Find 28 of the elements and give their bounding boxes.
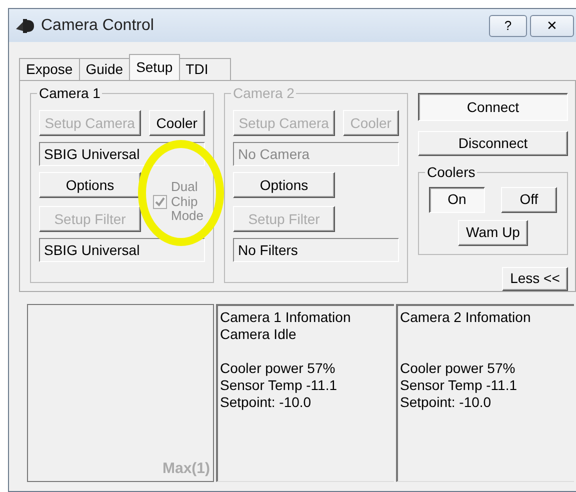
less-button[interactable]: Less << bbox=[502, 266, 568, 291]
info-line: Cooler power 57% bbox=[400, 360, 516, 377]
info-line: Cooler power 57% bbox=[220, 360, 336, 377]
on-button[interactable]: On bbox=[429, 186, 485, 213]
tab[interactable]: Expose bbox=[19, 58, 80, 80]
status-text: Camera Idle bbox=[220, 326, 298, 343]
info-line: Sensor Temp -11.1 bbox=[220, 377, 338, 394]
cooler-button[interactable]: Cooler bbox=[148, 110, 205, 136]
checkbox-label: Dual Chip Mode bbox=[171, 180, 205, 224]
info-line: Setpoint: -10.0 bbox=[220, 394, 312, 411]
connect-button[interactable]: Connect bbox=[418, 93, 568, 122]
info-title: Camera 1 Infomation bbox=[220, 309, 352, 326]
info-line: Sensor Temp -11.1 bbox=[400, 377, 518, 394]
group-title: Coolers bbox=[425, 164, 478, 180]
warm-up-button[interactable]: Wam Up bbox=[458, 220, 528, 246]
window-title: Camera Control bbox=[41, 16, 154, 36]
help-button[interactable]: ? bbox=[489, 14, 527, 36]
tab[interactable]: Setup bbox=[129, 54, 180, 80]
zoom-label: Max(1) bbox=[162, 460, 210, 478]
close-button[interactable]: ✕ bbox=[530, 14, 574, 36]
tab[interactable]: TDI bbox=[178, 58, 231, 80]
off-button[interactable]: Off bbox=[501, 186, 557, 213]
disconnect-button[interactable]: Disconnect bbox=[418, 131, 568, 156]
info-title: Camera 2 Infomation bbox=[400, 309, 532, 326]
info-line: Setpoint: -10.0 bbox=[400, 394, 492, 411]
filter-field[interactable]: SBIG Universal bbox=[39, 238, 205, 262]
app-icon bbox=[15, 16, 35, 34]
options-button[interactable]: Options bbox=[39, 172, 141, 198]
